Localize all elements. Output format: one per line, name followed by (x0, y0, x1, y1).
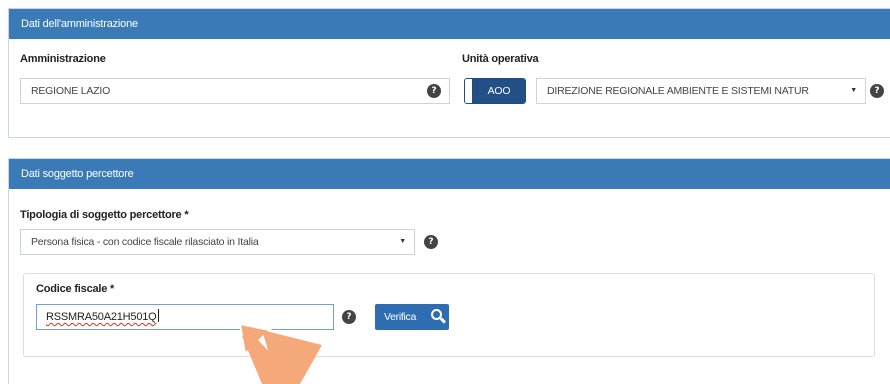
percettore-panel-header: Dati soggetto percettore (9, 159, 890, 189)
text-cursor (157, 309, 159, 322)
percettore-panel: Dati soggetto percettore Tipologia di so… (8, 158, 890, 384)
help-icon[interactable]: ? (424, 235, 438, 249)
help-icon[interactable]: ? (342, 310, 356, 324)
verifica-button[interactable]: Verifica (375, 304, 449, 330)
aoo-toggle[interactable]: AOO (464, 78, 526, 104)
amministrazione-select[interactable]: REGIONE LAZIO ▼ (20, 78, 450, 104)
verifica-button-label: Verifica (384, 311, 417, 323)
tipologia-select[interactable]: Persona fisica - con codice fiscale rila… (20, 229, 415, 255)
codice-fiscale-input[interactable]: RSSMRA50A21H501Q (36, 304, 334, 330)
unita-operativa-select-value: DIREZIONE REGIONALE AMBIENTE E SISTEMI N… (547, 85, 809, 97)
help-icon[interactable]: ? (870, 84, 884, 98)
amministrazione-panel-header: Dati dell'amministrazione (9, 9, 890, 39)
chevron-down-icon: ▼ (850, 87, 857, 94)
chevron-down-icon: ▼ (399, 238, 406, 245)
search-icon (431, 309, 442, 320)
codice-fiscale-box: Codice fiscale * RSSMRA50A21H501Q ? Veri… (23, 273, 875, 357)
unita-operativa-label: Unità operativa (462, 53, 539, 65)
amministrazione-select-value: REGIONE LAZIO (31, 85, 111, 97)
tipologia-select-value: Persona fisica - con codice fiscale rila… (31, 236, 259, 248)
codice-fiscale-label: Codice fiscale * (36, 283, 115, 295)
amministrazione-panel: Dati dell'amministrazione Amministrazion… (8, 8, 890, 138)
codice-fiscale-value: RSSMRA50A21H501Q (46, 311, 157, 323)
help-icon[interactable]: ? (427, 84, 441, 98)
aoo-toggle-label: AOO (473, 79, 525, 103)
toggle-knob (465, 79, 473, 103)
amministrazione-label: Amministrazione (20, 53, 106, 65)
unita-operativa-select[interactable]: DIREZIONE REGIONALE AMBIENTE E SISTEMI N… (536, 78, 866, 104)
tipologia-label: Tipologia di soggetto percettore * (20, 209, 189, 221)
